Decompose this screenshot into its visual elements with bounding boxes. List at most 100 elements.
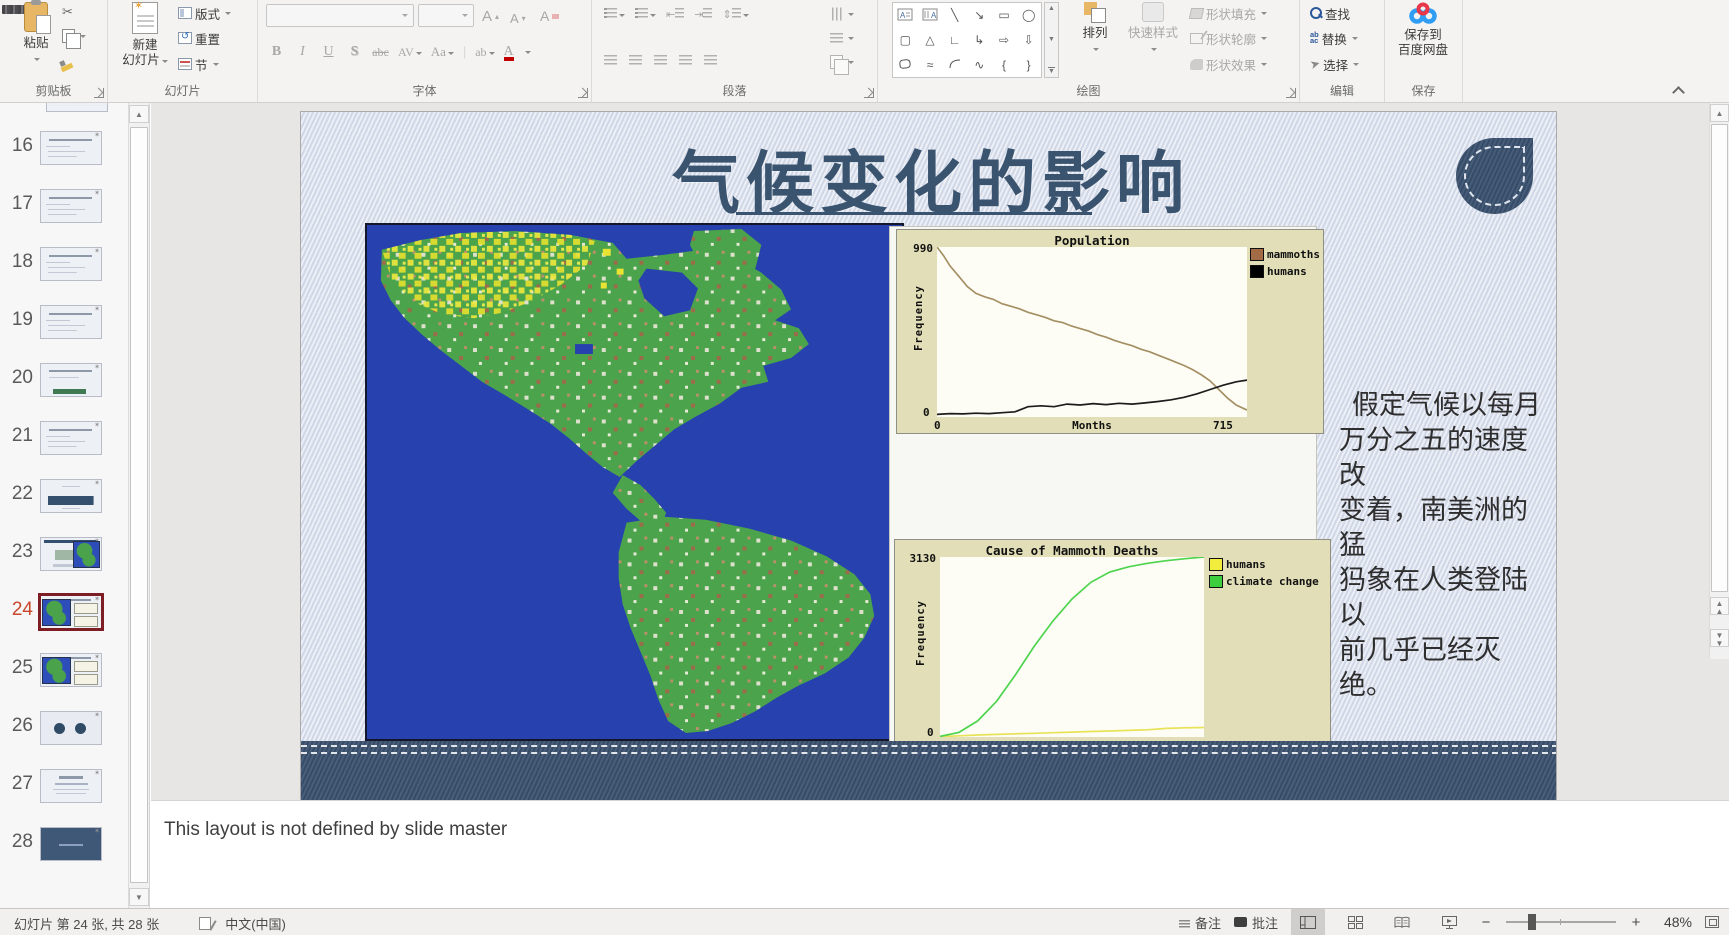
change-case-button[interactable]: Aa bbox=[431, 44, 454, 60]
comments-toggle-button[interactable]: 批注 bbox=[1234, 913, 1278, 932]
paragraph-dialog-launcher[interactable] bbox=[864, 88, 874, 98]
convert-to-smartart-button[interactable] bbox=[830, 50, 854, 74]
font-color-button[interactable]: A bbox=[504, 44, 514, 60]
scrollbar-thumb[interactable] bbox=[1711, 124, 1728, 592]
shape-fill-button[interactable]: 形状填充 bbox=[1190, 1, 1267, 25]
slideshow-view-button[interactable] bbox=[1432, 909, 1466, 935]
bullets-button[interactable] bbox=[604, 7, 625, 21]
align-center-button[interactable] bbox=[629, 55, 642, 65]
zoom-slider-thumb[interactable] bbox=[1528, 914, 1536, 930]
population-chart[interactable]: Population 990 Frequency 0 0 Months 715 … bbox=[896, 229, 1324, 434]
quick-styles-button[interactable]: 快速样式 bbox=[1122, 2, 1184, 56]
shape-elbow-connector-icon[interactable]: ∟ bbox=[949, 34, 961, 46]
slide-canvas[interactable]: 气候变化的影响 bbox=[300, 111, 1557, 801]
slide-thumbnail-16[interactable]: ✶ bbox=[40, 131, 102, 165]
slide-thumbnail-19[interactable]: ✶ bbox=[40, 305, 102, 339]
save-to-baidu-button[interactable]: 保存到 百度网盘 bbox=[1390, 2, 1456, 58]
scroll-up-icon[interactable]: ▲ bbox=[1710, 104, 1729, 122]
shape-arrow-icon[interactable]: ↘ bbox=[974, 9, 984, 21]
gallery-more-icon[interactable]: ▼ bbox=[1048, 67, 1055, 75]
slide-thumbnail-22[interactable]: ✶ bbox=[40, 479, 102, 513]
collapse-ribbon-chevron-icon[interactable] bbox=[1672, 86, 1685, 99]
clipboard-dialog-launcher[interactable] bbox=[94, 88, 104, 98]
slide-thumbnail-28[interactable]: ✶ bbox=[40, 827, 102, 861]
notes-pane[interactable]: This layout is not defined by slide mast… bbox=[151, 800, 1729, 908]
slide-thumbnail-23[interactable]: ✶ bbox=[40, 537, 102, 571]
shape-vertical-textbox-icon[interactable]: A bbox=[922, 8, 938, 23]
slide-body-text[interactable]: 假定气候以每月万分之五的速度改变着，南美洲的猛犸象在人类登陆以前几乎已经灭绝。 bbox=[1339, 388, 1549, 703]
reading-view-button[interactable] bbox=[1385, 909, 1419, 935]
shape-arc-icon[interactable] bbox=[948, 58, 962, 72]
next-slide-button[interactable]: ▼▼ bbox=[1710, 629, 1729, 647]
shape-line-icon[interactable]: ╲ bbox=[951, 9, 958, 21]
slide-thumbnail-27[interactable]: ✶ bbox=[40, 769, 102, 803]
slide-thumbnail-21[interactable]: ✶ bbox=[40, 421, 102, 455]
drawing-dialog-launcher[interactable] bbox=[1286, 88, 1296, 98]
partial-slide-thumbnail[interactable] bbox=[46, 103, 108, 112]
text-shadow-button[interactable]: S bbox=[346, 44, 363, 60]
copy-button[interactable] bbox=[62, 24, 86, 48]
shrink-font-button[interactable]: A▾ bbox=[510, 6, 526, 30]
find-button[interactable]: 查找 bbox=[1310, 1, 1350, 25]
justify-button[interactable] bbox=[679, 55, 692, 65]
previous-slide-button[interactable]: ▲▲ bbox=[1710, 597, 1729, 615]
line-spacing-button[interactable]: ⇕ bbox=[722, 8, 748, 21]
select-button[interactable]: ➤选择 bbox=[1310, 52, 1359, 76]
shape-elbow-arrow-connector-icon[interactable]: ↳ bbox=[974, 34, 984, 46]
shape-oval-icon[interactable]: ◯ bbox=[1022, 9, 1035, 21]
shape-scribble-icon[interactable]: ≈ bbox=[927, 59, 934, 71]
slide-thumbnail-26[interactable]: ✶ bbox=[40, 711, 102, 745]
grow-font-button[interactable]: A▴ bbox=[482, 4, 499, 28]
decrease-indent-button[interactable]: ⇤ bbox=[666, 8, 684, 21]
strikethrough-button[interactable]: abc bbox=[372, 45, 389, 60]
clear-formatting-button[interactable]: A bbox=[540, 4, 559, 28]
shapes-gallery[interactable]: AA╲↘▭◯▢△∟↳⇨⇩≈∿{} bbox=[892, 2, 1042, 78]
slide-thumbnail-20[interactable]: ✶ bbox=[40, 363, 102, 397]
bold-button[interactable]: B bbox=[268, 44, 285, 60]
character-spacing-button[interactable]: AV bbox=[398, 45, 422, 60]
increase-indent-button[interactable]: ⇥ bbox=[694, 8, 712, 21]
section-button[interactable]: 节 bbox=[178, 52, 219, 76]
gallery-down-icon[interactable]: ▼ bbox=[1048, 36, 1055, 43]
numbering-button[interactable] bbox=[635, 7, 656, 21]
slide-sorter-view-button[interactable] bbox=[1338, 909, 1372, 935]
editor-scrollbar[interactable]: ▲ ▲▲ ▼▼ bbox=[1709, 103, 1729, 659]
slide-thumbnail-24[interactable]: ✶ bbox=[38, 593, 104, 631]
shape-freeform-icon[interactable] bbox=[898, 58, 912, 72]
zoom-slider[interactable] bbox=[1506, 921, 1616, 923]
americas-simulation-map[interactable] bbox=[365, 223, 904, 741]
shape-left-brace-icon[interactable]: { bbox=[1002, 59, 1006, 71]
text-direction-button[interactable] bbox=[830, 26, 854, 50]
replace-button[interactable]: abac替换 bbox=[1310, 26, 1358, 50]
distribute-button[interactable] bbox=[704, 55, 717, 65]
font-name-combobox[interactable] bbox=[266, 4, 414, 27]
shape-rounded-rectangle-icon[interactable]: ▢ bbox=[900, 34, 911, 46]
italic-button[interactable]: I bbox=[294, 44, 311, 60]
shape-outline-button[interactable]: 形状轮廓 bbox=[1190, 26, 1267, 50]
slide-thumbnail-18[interactable]: ✶ bbox=[40, 247, 102, 281]
slide-thumbnail-25[interactable]: ✶ bbox=[40, 653, 102, 687]
shapes-gallery-scrollbar[interactable]: ▲ ▼ ▼ bbox=[1044, 2, 1059, 78]
reset-button[interactable]: 重置 bbox=[178, 26, 220, 50]
shape-rectangle-icon[interactable]: ▭ bbox=[998, 9, 1009, 21]
font-dialog-launcher[interactable] bbox=[578, 88, 588, 98]
new-slide-button[interactable]: 新建 幻灯片 bbox=[116, 2, 174, 68]
zoom-in-button[interactable]: + bbox=[1629, 914, 1643, 931]
mammoth-deaths-chart[interactable]: Cause of Mammoth Deaths 3130 Frequency 0… bbox=[894, 539, 1331, 757]
format-painter-button[interactable] bbox=[60, 52, 74, 76]
zoom-level[interactable]: 48% bbox=[1656, 914, 1692, 930]
scrollbar-thumb[interactable] bbox=[130, 127, 148, 883]
scroll-up-icon[interactable]: ▲ bbox=[129, 105, 149, 123]
highlight-button[interactable]: ab bbox=[475, 45, 494, 60]
fit-to-window-button[interactable] bbox=[1705, 916, 1719, 928]
language-indicator[interactable]: 中文(中国) bbox=[225, 914, 286, 933]
shape-effects-button[interactable]: 形状效果 bbox=[1190, 52, 1267, 76]
gallery-up-icon[interactable]: ▲ bbox=[1048, 5, 1055, 12]
underline-button[interactable]: U bbox=[320, 44, 337, 60]
spell-check-icon[interactable] bbox=[199, 917, 211, 930]
shape-curve-icon[interactable]: ∿ bbox=[974, 59, 984, 71]
scroll-down-icon[interactable]: ▼ bbox=[129, 888, 149, 906]
shape-triangle-icon[interactable]: △ bbox=[925, 34, 934, 46]
notes-toggle-button[interactable]: 备注 bbox=[1179, 913, 1221, 932]
thumbnail-pane-scrollbar[interactable]: ▲ ▼ bbox=[128, 103, 149, 908]
